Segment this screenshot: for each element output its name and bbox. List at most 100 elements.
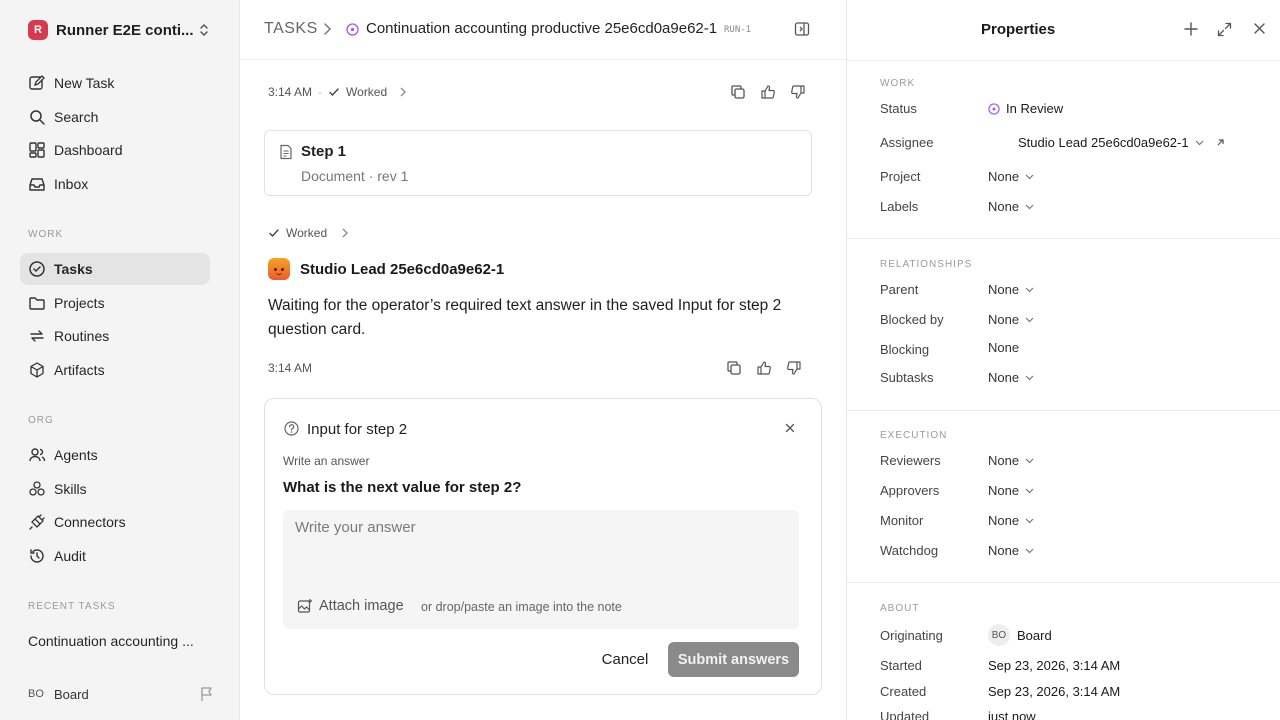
chevron-up-down-icon	[200, 23, 208, 37]
thumbs-up-icon[interactable]	[760, 84, 776, 100]
relationships-section-heading: RELATIONSHIPS	[880, 259, 973, 270]
monitor-select[interactable]: None	[988, 513, 1034, 528]
first-run-meta[interactable]: 3:14 AM · Worked	[268, 84, 407, 100]
task-title: Continuation accounting productive 25e6c…	[366, 20, 718, 37]
panel-toggle-icon[interactable]	[794, 21, 810, 37]
thumbs-down-icon[interactable]	[786, 360, 802, 376]
about-section-heading: ABOUT	[880, 603, 920, 614]
blocked-by-value: None	[988, 312, 1020, 327]
meta-separator: ·	[318, 85, 323, 99]
project-value: None	[988, 169, 1020, 184]
nav-agents[interactable]: Agents	[20, 439, 210, 471]
divider	[847, 238, 1280, 239]
expand-icon[interactable]	[1217, 22, 1232, 37]
nav-dashboard[interactable]: Dashboard	[20, 134, 210, 166]
properties-panel: Properties WORK Status In Review Assigne…	[846, 0, 1280, 720]
assignee-value: Studio Lead 25e6cd0a9e62-1	[1018, 135, 1189, 150]
nav-tasks[interactable]: Tasks	[20, 253, 210, 285]
card-title: Input for step 2	[307, 421, 408, 438]
labels-select[interactable]: None	[988, 199, 1034, 214]
nav-new-task[interactable]: New Task	[20, 67, 210, 99]
input-question-card: Input for step 2 Write an answer What is…	[264, 398, 822, 695]
reviewers-select[interactable]: None	[988, 453, 1034, 468]
divider	[847, 582, 1280, 583]
workspace-switcher[interactable]: R Runner E2E conti...	[28, 20, 216, 40]
blocking-label: Blocking	[880, 342, 930, 357]
question-text: What is the next value for step 2?	[283, 479, 522, 496]
reviewers-value: None	[988, 453, 1020, 468]
nav-projects[interactable]: Projects	[20, 287, 210, 319]
document-title: Step 1	[301, 143, 347, 160]
user-name: Board	[54, 686, 89, 702]
nav-skills[interactable]: Skills	[20, 473, 210, 505]
watchdog-label: Watchdog	[880, 543, 939, 558]
breadcrumb-tasks[interactable]: TASKS	[264, 20, 318, 38]
run-status: Worked	[346, 85, 388, 99]
user-avatar: BO	[28, 688, 44, 700]
nav-routines[interactable]: Routines	[20, 320, 210, 352]
nav-skills-label: Skills	[54, 481, 87, 497]
updated-value: just now	[988, 709, 1036, 720]
run-status: Worked	[286, 226, 328, 240]
open-link-icon[interactable]	[1216, 138, 1225, 147]
parent-select[interactable]: None	[988, 282, 1034, 297]
status-select[interactable]: In Review	[988, 101, 1063, 116]
monitor-value: None	[988, 513, 1020, 528]
nav-search[interactable]: Search	[20, 101, 210, 133]
close-icon[interactable]	[1253, 22, 1266, 35]
chevron-down-icon	[1195, 140, 1204, 145]
monitor-label: Monitor	[880, 513, 924, 528]
close-icon[interactable]	[785, 423, 795, 433]
agent-avatar	[268, 258, 290, 280]
watchdog-select[interactable]: None	[988, 543, 1034, 558]
attach-image-button[interactable]: Attach image	[297, 598, 404, 614]
workspace-logo: R	[28, 20, 48, 40]
labels-value: None	[988, 199, 1020, 214]
status-label: Status	[880, 101, 917, 116]
nav-dashboard-label: Dashboard	[54, 142, 123, 158]
assignee-label: Assignee	[880, 135, 934, 150]
blocked-by-select[interactable]: None	[988, 312, 1034, 327]
nav-artifacts[interactable]: Artifacts	[20, 354, 210, 386]
divider	[847, 60, 1280, 61]
skills-icon	[29, 481, 45, 496]
attach-hint: or drop/paste an image into the note	[421, 600, 622, 614]
users-icon	[29, 448, 46, 462]
thumbs-down-icon[interactable]	[790, 84, 806, 100]
nav-connectors[interactable]: Connectors	[20, 506, 210, 538]
message-author: Studio Lead 25e6cd0a9e62-1	[268, 258, 504, 280]
reviewers-label: Reviewers	[880, 453, 941, 468]
message-actions	[726, 360, 802, 376]
parent-value: None	[988, 282, 1020, 297]
second-run-meta[interactable]: Worked	[268, 226, 349, 240]
approvers-select[interactable]: None	[988, 483, 1034, 498]
chevron-down-icon	[1025, 204, 1034, 209]
nav-tasks-label: Tasks	[54, 261, 93, 277]
nav-audit-label: Audit	[54, 548, 86, 564]
assignee-select[interactable]: Studio Lead 25e6cd0a9e62-1	[1018, 135, 1225, 150]
document-card[interactable]: Step 1 Document · rev 1	[264, 130, 812, 196]
project-select[interactable]: None	[988, 169, 1034, 184]
nav-search-label: Search	[54, 109, 99, 125]
updated-label: Updated	[880, 709, 930, 720]
recent-task-item[interactable]: Continuation accounting ...	[28, 633, 208, 649]
nav-new-task-label: New Task	[54, 75, 115, 91]
flag-icon[interactable]	[200, 686, 214, 702]
history-icon	[30, 549, 44, 563]
thumbs-up-icon[interactable]	[756, 360, 772, 376]
nav-audit[interactable]: Audit	[20, 540, 210, 572]
copy-icon[interactable]	[730, 84, 746, 100]
nav-inbox[interactable]: Inbox	[20, 168, 210, 200]
chevron-down-icon	[1025, 317, 1034, 322]
answer-input[interactable]	[283, 510, 799, 590]
plus-icon[interactable]	[1184, 22, 1198, 36]
answer-field-label: Write an answer	[283, 454, 370, 468]
nav-inbox-label: Inbox	[54, 176, 89, 192]
copy-icon[interactable]	[726, 360, 742, 376]
user-profile[interactable]: BO Board	[28, 684, 214, 704]
subtasks-select[interactable]: None	[988, 370, 1034, 385]
chevron-right-icon	[342, 228, 349, 238]
submit-answers-button[interactable]: Submit answers	[668, 642, 799, 677]
cube-icon	[30, 362, 44, 378]
cancel-button[interactable]: Cancel	[591, 642, 659, 676]
